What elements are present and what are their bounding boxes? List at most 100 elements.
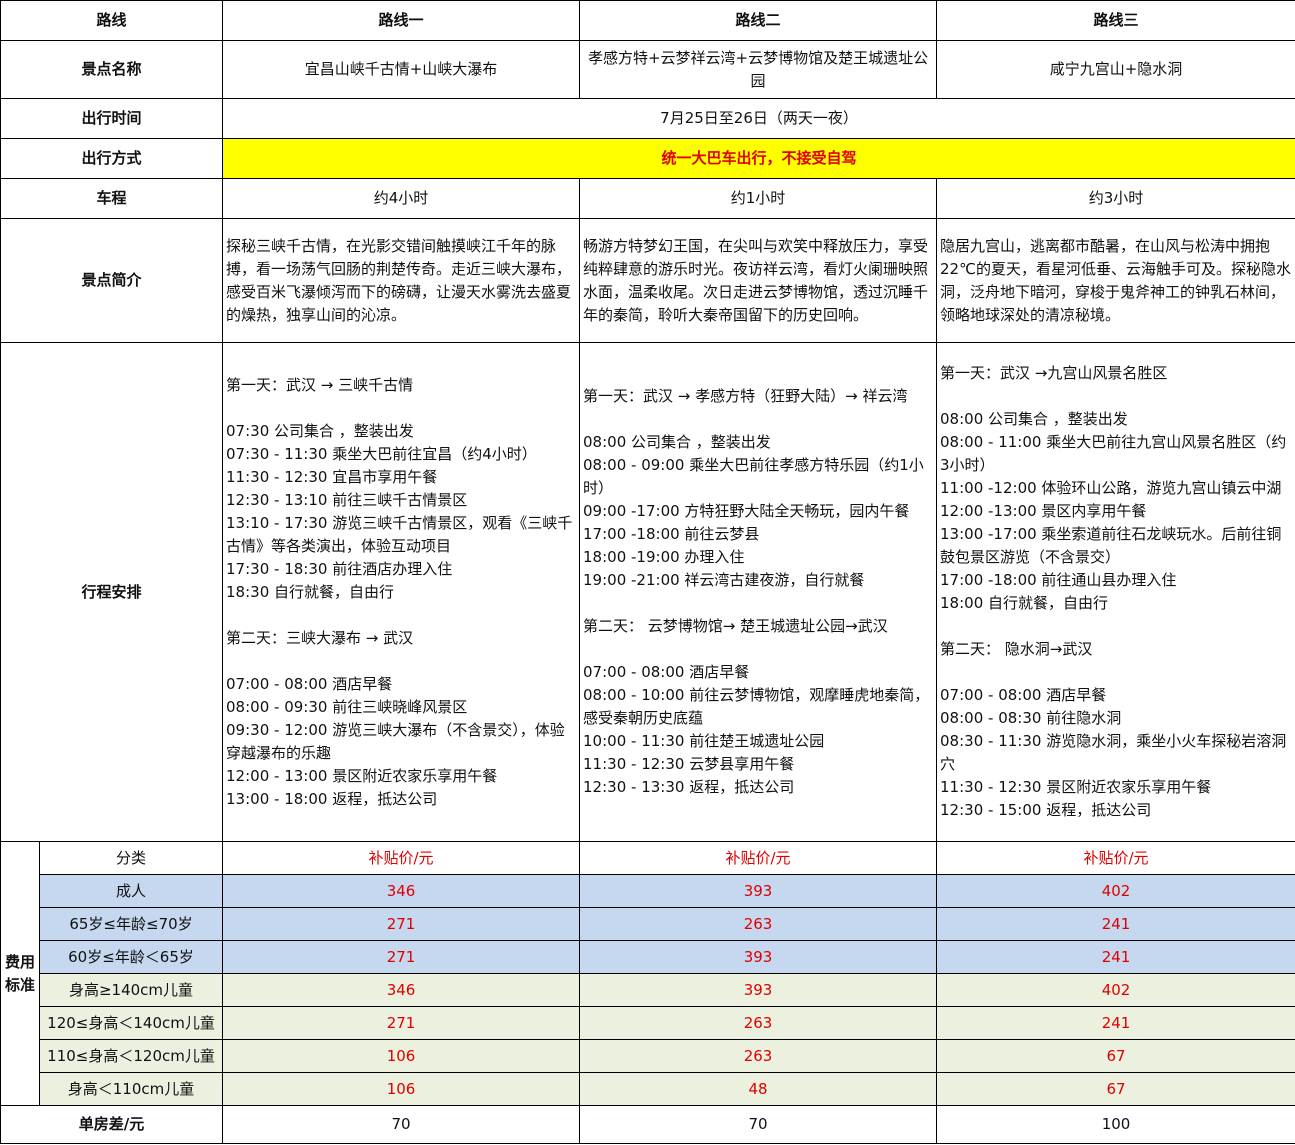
intro-route-1: 探秘三峡千古情，在光影交错间触摸峡江千年的脉搏，看一场荡气回肠的荆楚传奇。走近三… <box>222 218 581 343</box>
intro-route-3: 隐居九宫山，逃离都市酷暑，在山风与松涛中拥抱22℃的夏天，看星河低垂、云海触手可… <box>936 218 1295 343</box>
fee-category: 65岁≤年龄≤70岁 <box>38 907 224 941</box>
itinerary-line: 17:00 -18:00 前往云梦县 <box>583 525 760 543</box>
fee-price: 106 <box>222 1039 581 1073</box>
single-room-route-3: 100 <box>936 1105 1295 1144</box>
itinerary-spacer <box>583 408 934 431</box>
itinerary-route-2: 第一天：武汉 → 孝感方特（狂野大陆）→ 祥云湾 08:00 公司集合 ，整装出发… <box>579 342 938 842</box>
fee-category: 120≤身高＜140cm儿童 <box>38 1006 224 1040</box>
itinerary-line: 08:00 - 11:00 乘坐大巴前往九宫山风景名胜区（约3小时） <box>940 433 1287 474</box>
single-room-route-2: 70 <box>579 1105 938 1144</box>
itinerary-spacer <box>226 604 577 627</box>
fee-row-child-140: 身高≥140cm儿童 346 393 402 <box>0 973 1295 1007</box>
fee-price: 241 <box>936 1006 1295 1040</box>
fee-row-age-65-70: 65岁≤年龄≤70岁 271 263 241 <box>0 907 1295 941</box>
itinerary-line: 07:00 - 08:00 酒店早餐 <box>583 663 750 681</box>
price-header-route-3: 补贴价/元 <box>936 841 1295 875</box>
scenic-route-2: 孝感方特+云梦祥云湾+云梦博物馆及楚王城遗址公园 <box>579 40 938 99</box>
header-route-1: 路线一 <box>222 0 581 41</box>
single-room-row: 单房差/元 70 70 100 <box>0 1105 1295 1144</box>
fee-price: 263 <box>579 1006 938 1040</box>
itinerary-line: 12:30 - 15:00 返程，抵达公司 <box>940 801 1152 819</box>
fee-price: 241 <box>936 940 1295 974</box>
drive-route-3: 约3小时 <box>936 178 1295 219</box>
header-route-2: 路线二 <box>579 0 938 41</box>
fee-row-adult: 成人 346 393 402 <box>0 874 1295 908</box>
intro-label: 景点简介 <box>0 218 224 343</box>
fee-price: 271 <box>222 940 581 974</box>
header-row: 路线 路线一 路线二 路线三 <box>0 0 1295 41</box>
itinerary-spacer <box>583 592 934 615</box>
mode-label: 出行方式 <box>0 138 224 179</box>
itinerary-line: 08:00 - 08:30 前往隐水洞 <box>940 709 1122 727</box>
mode-value: 统一大巴车出行，不接受自驾 <box>222 138 1295 179</box>
itinerary-spacer <box>940 661 1293 684</box>
intro-route-2: 畅游方特梦幻王国，在尖叫与欢笑中释放压力，享受纯粹肆意的游乐时光。夜访祥云湾，看… <box>579 218 938 343</box>
drive-label: 车程 <box>0 178 224 219</box>
itinerary-line: 13:10 - 17:30 游览三峡千古情景区，观看《三峡千古情》等各类演出，体… <box>226 513 573 555</box>
itinerary-line: 08:00 公司集合 ，整装出发 <box>583 433 771 451</box>
itinerary-line: 第一天：武汉 →九宫山风景名胜区 <box>940 364 1168 382</box>
itinerary-row: 行程安排 第一天：武汉 → 三峡千古情 07:30 公司集合 ，整装出发 07:30… <box>0 342 1295 842</box>
itinerary-table: 路线 路线一 路线二 路线三 景点名称 宜昌山峡千古情+山峡大瀑布 孝感方特+云… <box>0 0 1295 1144</box>
fee-price: 346 <box>222 973 581 1007</box>
itinerary-route-1: 第一天：武汉 → 三峡千古情 07:30 公司集合 ，整装出发 07:30 - 11… <box>222 342 581 842</box>
single-room-label: 单房差/元 <box>0 1105 224 1144</box>
scenic-route-3: 咸宁九宫山+隐水洞 <box>936 40 1295 99</box>
fee-price: 263 <box>579 1039 938 1073</box>
fee-price: 67 <box>936 1039 1295 1073</box>
itinerary-line: 13:00 -17:00 乘坐索道前往石龙峡玩水。后前往铜鼓包景区游览（不含景交… <box>940 525 1282 566</box>
fee-category: 110≤身高＜120cm儿童 <box>38 1039 224 1073</box>
itinerary-line: 08:00 公司集合 ，整装出发 <box>940 410 1128 428</box>
itinerary-line: 07:30 公司集合 ，整装出发 <box>226 421 414 440</box>
itinerary-line: 11:00 -12:00 体验环山公路，游览九宫山镇云中湖 <box>940 479 1282 497</box>
scenic-label: 景点名称 <box>0 40 224 99</box>
itinerary-line: 18:00 -19:00 办理入住 <box>583 548 745 566</box>
fee-row-child-110-120: 110≤身高＜120cm儿童 106 263 67 <box>0 1039 1295 1073</box>
fee-price: 346 <box>222 874 581 908</box>
fee-price: 402 <box>936 973 1295 1007</box>
itinerary-route-3: 第一天：武汉 →九宫山风景名胜区 08:00 公司集合 ，整装出发 08:00 - … <box>936 342 1295 842</box>
fee-category-label: 分类 <box>38 841 224 875</box>
price-header-route-2: 补贴价/元 <box>579 841 938 875</box>
fee-category: 身高＜110cm儿童 <box>38 1072 224 1106</box>
itinerary-spacer <box>940 615 1293 638</box>
price-header-route-1: 补贴价/元 <box>222 841 581 875</box>
header-route-label: 路线 <box>0 0 224 41</box>
fee-category: 成人 <box>38 874 224 908</box>
itinerary-line: 08:00 - 10:00 前往云梦博物馆，观摩睡虎地秦简，感受秦朝历史底蕴 <box>583 686 930 727</box>
itinerary-line: 11:30 - 12:30 云梦县享用午餐 <box>583 755 795 773</box>
itinerary-line: 09:30 - 12:00 游览三峡大瀑布（不含景交），体验穿越瀑布的乐趣 <box>226 720 565 762</box>
itinerary-spacer <box>940 385 1293 408</box>
fee-price: 393 <box>579 874 938 908</box>
header-route-3: 路线三 <box>936 0 1295 41</box>
itinerary-line: 07:00 - 08:00 酒店早餐 <box>226 674 393 693</box>
fee-price: 67 <box>936 1072 1295 1106</box>
itinerary-line: 第一天：武汉 → 孝感方特（狂野大陆）→ 祥云湾 <box>583 387 908 405</box>
itinerary-line: 11:30 - 12:30 宜昌市享用午餐 <box>226 467 438 486</box>
itinerary-line: 08:00 - 09:30 前往三峡晓峰风景区 <box>226 697 468 716</box>
itinerary-line: 第二天：三峡大瀑布 → 武汉 <box>226 628 414 647</box>
scenic-row: 景点名称 宜昌山峡千古情+山峡大瀑布 孝感方特+云梦祥云湾+云梦博物馆及楚王城遗… <box>0 40 1295 99</box>
itinerary-spacer <box>583 638 934 661</box>
scenic-route-1: 宜昌山峡千古情+山峡大瀑布 <box>222 40 581 99</box>
date-value: 7月25日至26日（两天一夜） <box>222 98 1295 139</box>
fee-category: 60岁≤年龄＜65岁 <box>38 940 224 974</box>
itinerary-line: 第二天： 云梦博物馆→ 楚王城遗址公园→武汉 <box>583 617 888 635</box>
itinerary-label: 行程安排 <box>0 342 224 842</box>
itinerary-line: 第一天：武汉 → 三峡千古情 <box>226 375 414 394</box>
fee-row-child-120-140: 120≤身高＜140cm儿童 271 263 241 <box>0 1006 1295 1040</box>
itinerary-line: 10:00 - 11:30 前往楚王城遗址公园 <box>583 732 825 750</box>
fee-price: 402 <box>936 874 1295 908</box>
fee-label: 费用标准 <box>0 841 40 1106</box>
itinerary-line: 13:00 - 18:00 返程，抵达公司 <box>226 789 438 808</box>
fee-price: 393 <box>579 973 938 1007</box>
itinerary-line: 19:00 -21:00 祥云湾古建夜游，自行就餐 <box>583 571 865 589</box>
itinerary-spacer <box>226 397 577 420</box>
drive-route-1: 约4小时 <box>222 178 581 219</box>
fee-row-age-60-65: 60岁≤年龄＜65岁 271 393 241 <box>0 940 1295 974</box>
itinerary-line: 12:00 - 13:00 景区附近农家乐享用午餐 <box>226 766 498 785</box>
drive-row: 车程 约4小时 约1小时 约3小时 <box>0 178 1295 219</box>
drive-route-2: 约1小时 <box>579 178 938 219</box>
fee-price: 271 <box>222 1006 581 1040</box>
intro-row: 景点简介 探秘三峡千古情，在光影交错间触摸峡江千年的脉搏，看一场荡气回肠的荆楚传… <box>0 218 1295 343</box>
